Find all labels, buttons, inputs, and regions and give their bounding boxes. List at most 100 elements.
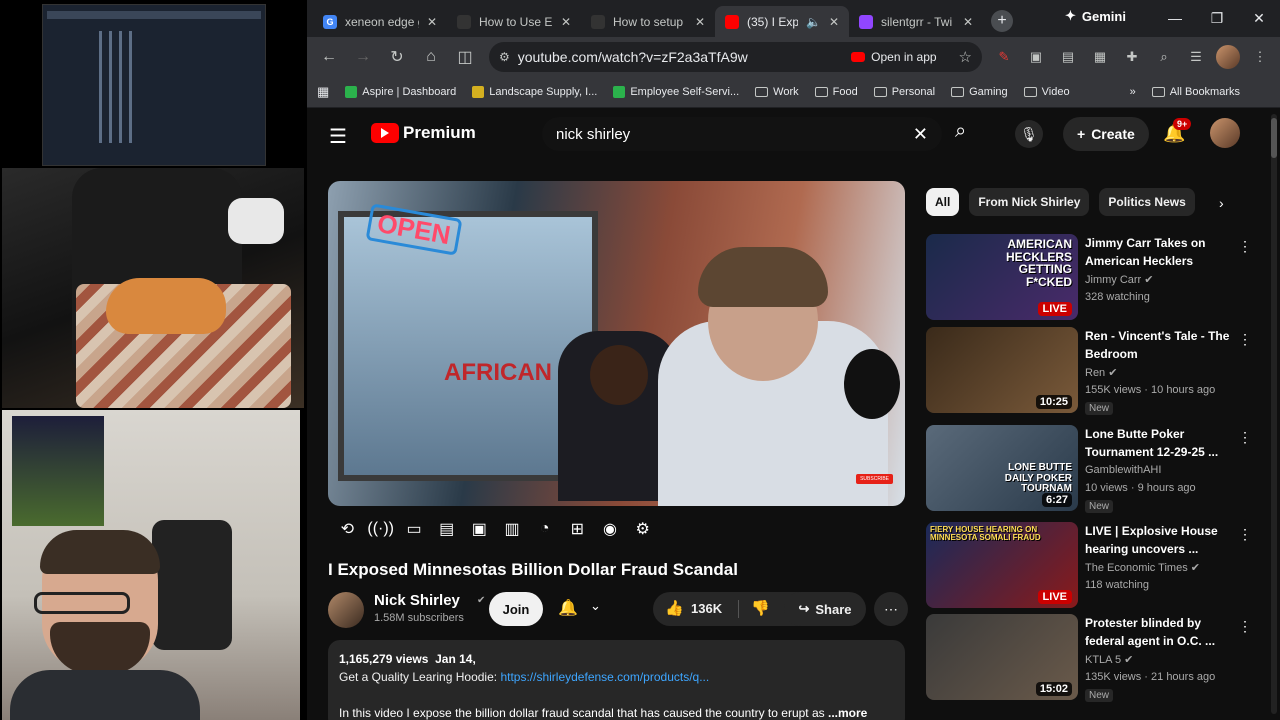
speed-icon[interactable]: ◔ xyxy=(532,518,557,540)
speaker-icon[interactable]: 🔈 xyxy=(806,15,821,29)
apps-grid-icon[interactable]: ▦ xyxy=(317,84,329,100)
rec-title[interactable]: Protester blinded by federal agent in O.… xyxy=(1085,614,1235,650)
chevron-down-icon[interactable]: ⌄ xyxy=(590,598,601,614)
more-actions-icon[interactable]: ⋯ xyxy=(874,592,908,626)
rec-title[interactable]: Jimmy Carr Takes on American Hecklers xyxy=(1085,234,1235,270)
reload-icon[interactable]: ↻ xyxy=(383,43,411,71)
video-thumbnail[interactable]: LONE BUTTE DAILY POKER TOURNAM 6:27 xyxy=(926,425,1078,511)
forward-icon[interactable]: → xyxy=(349,43,377,71)
split-view-icon[interactable]: ◫ xyxy=(451,43,479,71)
thumbs-up-icon[interactable]: 👍 xyxy=(665,599,684,617)
bookmark-folder[interactable]: Food xyxy=(814,86,858,98)
gear-icon[interactable]: ⚙ xyxy=(630,518,655,540)
channel-avatar[interactable] xyxy=(328,592,364,628)
kebab-menu-icon[interactable]: ⋮ xyxy=(1238,238,1252,255)
gemini-button[interactable]: ✦ Gemini xyxy=(1065,8,1126,24)
rec-title[interactable]: Lone Butte Poker Tournament 12-29-25 ... xyxy=(1085,425,1235,461)
bookmark-folder[interactable]: Personal xyxy=(873,86,935,98)
address-bar[interactable]: ⚙ youtube.com/watch?v=zF2a3aTfA9w Open i… xyxy=(489,41,982,72)
kebab-menu-icon[interactable]: ⋮ xyxy=(1238,331,1252,348)
tab-active[interactable]: (35) I Expo 🔈 ✕ xyxy=(715,6,849,37)
recommendation-item[interactable]: FIERY HOUSE HEARING ON MINNESOTA SOMALI … xyxy=(926,522,1266,610)
bookmark-star-icon[interactable]: ☆ xyxy=(959,48,972,66)
maximize-icon[interactable]: ❐ xyxy=(1196,0,1238,37)
subscribed-bell-icon[interactable]: 🔔 xyxy=(558,598,578,618)
open-in-app-button[interactable]: Open in app xyxy=(851,50,937,64)
reading-list-icon[interactable]: ☰ xyxy=(1184,45,1208,69)
tab-1[interactable]: How to Use El ✕ xyxy=(447,6,581,37)
close-icon[interactable]: ✕ xyxy=(829,15,839,29)
tab-4[interactable]: silentgrr - Twi ✕ xyxy=(849,6,983,37)
all-bookmarks[interactable]: All Bookmarks xyxy=(1151,86,1240,98)
extensions-puzzle-icon[interactable]: ✚ xyxy=(1120,45,1144,69)
chip-all[interactable]: All xyxy=(926,188,960,216)
video-player[interactable]: OPEN AFRICAN MARKET SUBSCRIBE xyxy=(328,181,905,506)
tab-search-icon[interactable]: ⌕ xyxy=(1152,45,1176,69)
video-thumbnail[interactable]: 15:02 xyxy=(926,614,1078,700)
recommendation-item[interactable]: AMERICAN HECKLERS GETTING F*CKED LIVE Ji… xyxy=(926,234,1266,322)
hamburger-menu-icon[interactable]: ☰ xyxy=(329,124,347,149)
bookmark-folder[interactable]: Work xyxy=(755,86,799,98)
clear-search-icon[interactable]: ✕ xyxy=(913,124,928,145)
screenshot-icon[interactable]: ◉ xyxy=(598,518,623,540)
extension-icon[interactable]: ✎ xyxy=(992,45,1016,69)
minimize-icon[interactable]: — xyxy=(1154,0,1196,37)
profile-avatar[interactable] xyxy=(1216,44,1240,69)
search-query[interactable]: nick shirley xyxy=(556,126,913,143)
show-more-link[interactable]: ...more xyxy=(828,706,867,720)
close-icon[interactable]: ✕ xyxy=(963,15,973,29)
loop-icon[interactable]: ⟲ xyxy=(335,518,360,540)
account-avatar[interactable] xyxy=(1210,118,1240,148)
close-icon[interactable]: ✕ xyxy=(695,15,705,29)
audio-icon[interactable]: ((·)) xyxy=(367,518,394,540)
extension-icon[interactable]: ▤ xyxy=(1056,45,1080,69)
youtube-logo[interactable]: Premium xyxy=(371,123,476,143)
search-icon[interactable]: ⌕ xyxy=(955,120,966,143)
chip-politics-news[interactable]: Politics News xyxy=(1099,188,1195,216)
description-box[interactable]: 1,165,279 views Jan 14, Get a Quality Le… xyxy=(328,640,905,720)
new-tab-button[interactable]: + xyxy=(991,10,1013,32)
rec-title[interactable]: Ren - Vincent's Tale - The Bedroom xyxy=(1085,327,1235,363)
chip-from-nick-shirley[interactable]: From Nick Shirley xyxy=(969,188,1090,216)
kebab-menu-icon[interactable]: ⋮ xyxy=(1238,526,1252,543)
theater-icon[interactable]: ▥ xyxy=(500,518,525,540)
video-thumbnail[interactable]: 10:25 xyxy=(926,327,1078,413)
bookmark-item[interactable]: Landscape Supply, I... xyxy=(472,85,597,98)
bookmark-folder[interactable]: Video xyxy=(1023,86,1070,98)
chevron-right-icon[interactable]: › xyxy=(1219,195,1224,211)
join-button[interactable]: Join xyxy=(489,592,543,626)
url-text[interactable]: youtube.com/watch?v=zF2a3aTfA9w xyxy=(518,49,843,65)
tab-0[interactable]: Gxeneon edge g ✕ xyxy=(313,6,447,37)
extension-icon[interactable]: ▣ xyxy=(1024,45,1048,69)
channel-name[interactable]: Nick Shirley xyxy=(374,592,460,609)
close-icon[interactable]: ✕ xyxy=(561,15,571,29)
tab-2[interactable]: How to setup ✕ xyxy=(581,6,715,37)
close-window-icon[interactable]: ✕ xyxy=(1238,0,1280,37)
video-settings-icon[interactable]: ▭ xyxy=(402,518,427,540)
kebab-menu-icon[interactable]: ⋮ xyxy=(1238,618,1252,635)
kebab-menu-icon[interactable]: ⋮ xyxy=(1238,429,1252,446)
bookmark-folder[interactable]: Gaming xyxy=(951,86,1008,98)
close-icon[interactable]: ✕ xyxy=(427,15,437,29)
extension-icon[interactable]: ▦ xyxy=(1088,45,1112,69)
search-input[interactable]: nick shirley ✕ xyxy=(542,117,942,151)
chevron-right-icon[interactable]: » xyxy=(1130,86,1136,98)
create-button[interactable]: + Create xyxy=(1063,117,1149,151)
bookmark-item[interactable]: Aspire | Dashboard xyxy=(345,85,456,98)
microphone-icon[interactable]: 🎙 xyxy=(1015,120,1043,148)
site-info-icon[interactable]: ⚙ xyxy=(499,50,510,64)
back-icon[interactable]: ← xyxy=(315,43,343,71)
description-link[interactable]: https://shirleydefense.com/products/q... xyxy=(500,670,709,684)
pip-icon[interactable]: ▣ xyxy=(467,518,492,540)
kebab-menu-icon[interactable]: ⋮ xyxy=(1248,45,1272,69)
video-thumbnail[interactable]: FIERY HOUSE HEARING ON MINNESOTA SOMALI … xyxy=(926,522,1078,608)
thumbs-down-icon[interactable]: 👎 xyxy=(751,599,770,617)
page-scrollbar[interactable] xyxy=(1271,114,1277,714)
bookmark-item[interactable]: Employee Self-Servi... xyxy=(613,85,739,98)
video-thumbnail[interactable]: AMERICAN HECKLERS GETTING F*CKED LIVE xyxy=(926,234,1078,320)
add-icon[interactable]: ⊞ xyxy=(565,518,590,540)
recommendation-item[interactable]: 15:02 Protester blinded by federal agent… xyxy=(926,614,1266,702)
recommendation-item[interactable]: 10:25 Ren - Vincent's Tale - The Bedroom… xyxy=(926,327,1266,415)
share-button[interactable]: ↪ Share xyxy=(784,592,866,626)
like-count[interactable]: 136K xyxy=(691,601,722,616)
